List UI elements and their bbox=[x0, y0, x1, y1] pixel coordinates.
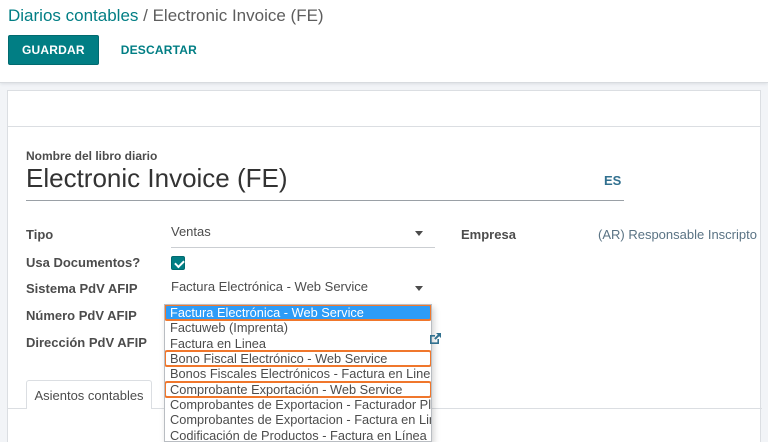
field-label-direccion-pdv: Dirección PdV AFIP bbox=[26, 335, 147, 350]
save-button[interactable]: GUARDAR bbox=[8, 35, 99, 65]
dropdown-option[interactable]: Comprobantes de Exportacion - Facturador… bbox=[165, 397, 431, 412]
external-link-icon[interactable] bbox=[429, 332, 442, 350]
breadcrumb-current: Electronic Invoice (FE) bbox=[153, 6, 324, 25]
field-label-tipo: Tipo bbox=[26, 227, 53, 242]
breadcrumb-parent-link[interactable]: Diarios contables bbox=[8, 6, 138, 25]
field-label-numero-pdv: Número PdV AFIP bbox=[26, 308, 137, 323]
tab-asientos-contables[interactable]: Asientos contables bbox=[26, 380, 152, 409]
dropdown-option[interactable]: Comprobantes de Exportacion - Factura en… bbox=[165, 412, 431, 427]
sistema-pdv-select[interactable]: Factura Electrónica - Web Service bbox=[171, 278, 435, 303]
discard-button[interactable]: DESCARTAR bbox=[115, 36, 203, 64]
field-label-empresa: Empresa bbox=[461, 227, 516, 242]
journal-name-label: Nombre del libro diario bbox=[26, 149, 157, 163]
dropdown-option[interactable]: Factuweb (Imprenta) bbox=[165, 320, 431, 335]
form-statusbar bbox=[7, 90, 761, 127]
action-buttons: GUARDAR DESCARTAR bbox=[8, 35, 203, 65]
tipo-select-value: Ventas bbox=[171, 224, 211, 239]
translation-badge[interactable]: ES bbox=[604, 173, 621, 188]
chevron-down-icon bbox=[415, 231, 423, 236]
tipo-select[interactable]: Ventas bbox=[171, 223, 435, 248]
field-label-usa-documentos: Usa Documentos? bbox=[26, 255, 140, 270]
sistema-pdv-dropdown-menu: Factura Electrónica - Web Service Factuw… bbox=[164, 304, 432, 442]
sistema-pdv-select-value: Factura Electrónica - Web Service bbox=[171, 279, 368, 294]
journal-name-input[interactable]: Electronic Invoice (FE) bbox=[26, 163, 624, 201]
dropdown-option[interactable]: Factura en Linea bbox=[165, 336, 431, 351]
dropdown-option[interactable]: Comprobante Exportación - Web Service bbox=[165, 382, 431, 397]
empresa-value[interactable]: (AR) Responsable Inscripto bbox=[598, 227, 757, 242]
dropdown-option[interactable]: Codificación de Productos - Factura en L… bbox=[165, 428, 431, 442]
breadcrumb: Diarios contables / Electronic Invoice (… bbox=[8, 6, 324, 26]
dropdown-option[interactable]: Factura Electrónica - Web Service bbox=[165, 305, 431, 320]
chevron-down-icon bbox=[415, 286, 423, 291]
control-panel: Diarios contables / Electronic Invoice (… bbox=[0, 0, 768, 83]
field-label-sistema-pdv: Sistema PdV AFIP bbox=[26, 281, 138, 296]
dropdown-option[interactable]: Bono Fiscal Electrónico - Web Service bbox=[165, 351, 431, 366]
usa-documentos-checkbox[interactable] bbox=[171, 256, 185, 270]
dropdown-option[interactable]: Bonos Fiscales Electrónicos - Factura en… bbox=[165, 366, 431, 381]
breadcrumb-separator: / bbox=[138, 6, 152, 25]
